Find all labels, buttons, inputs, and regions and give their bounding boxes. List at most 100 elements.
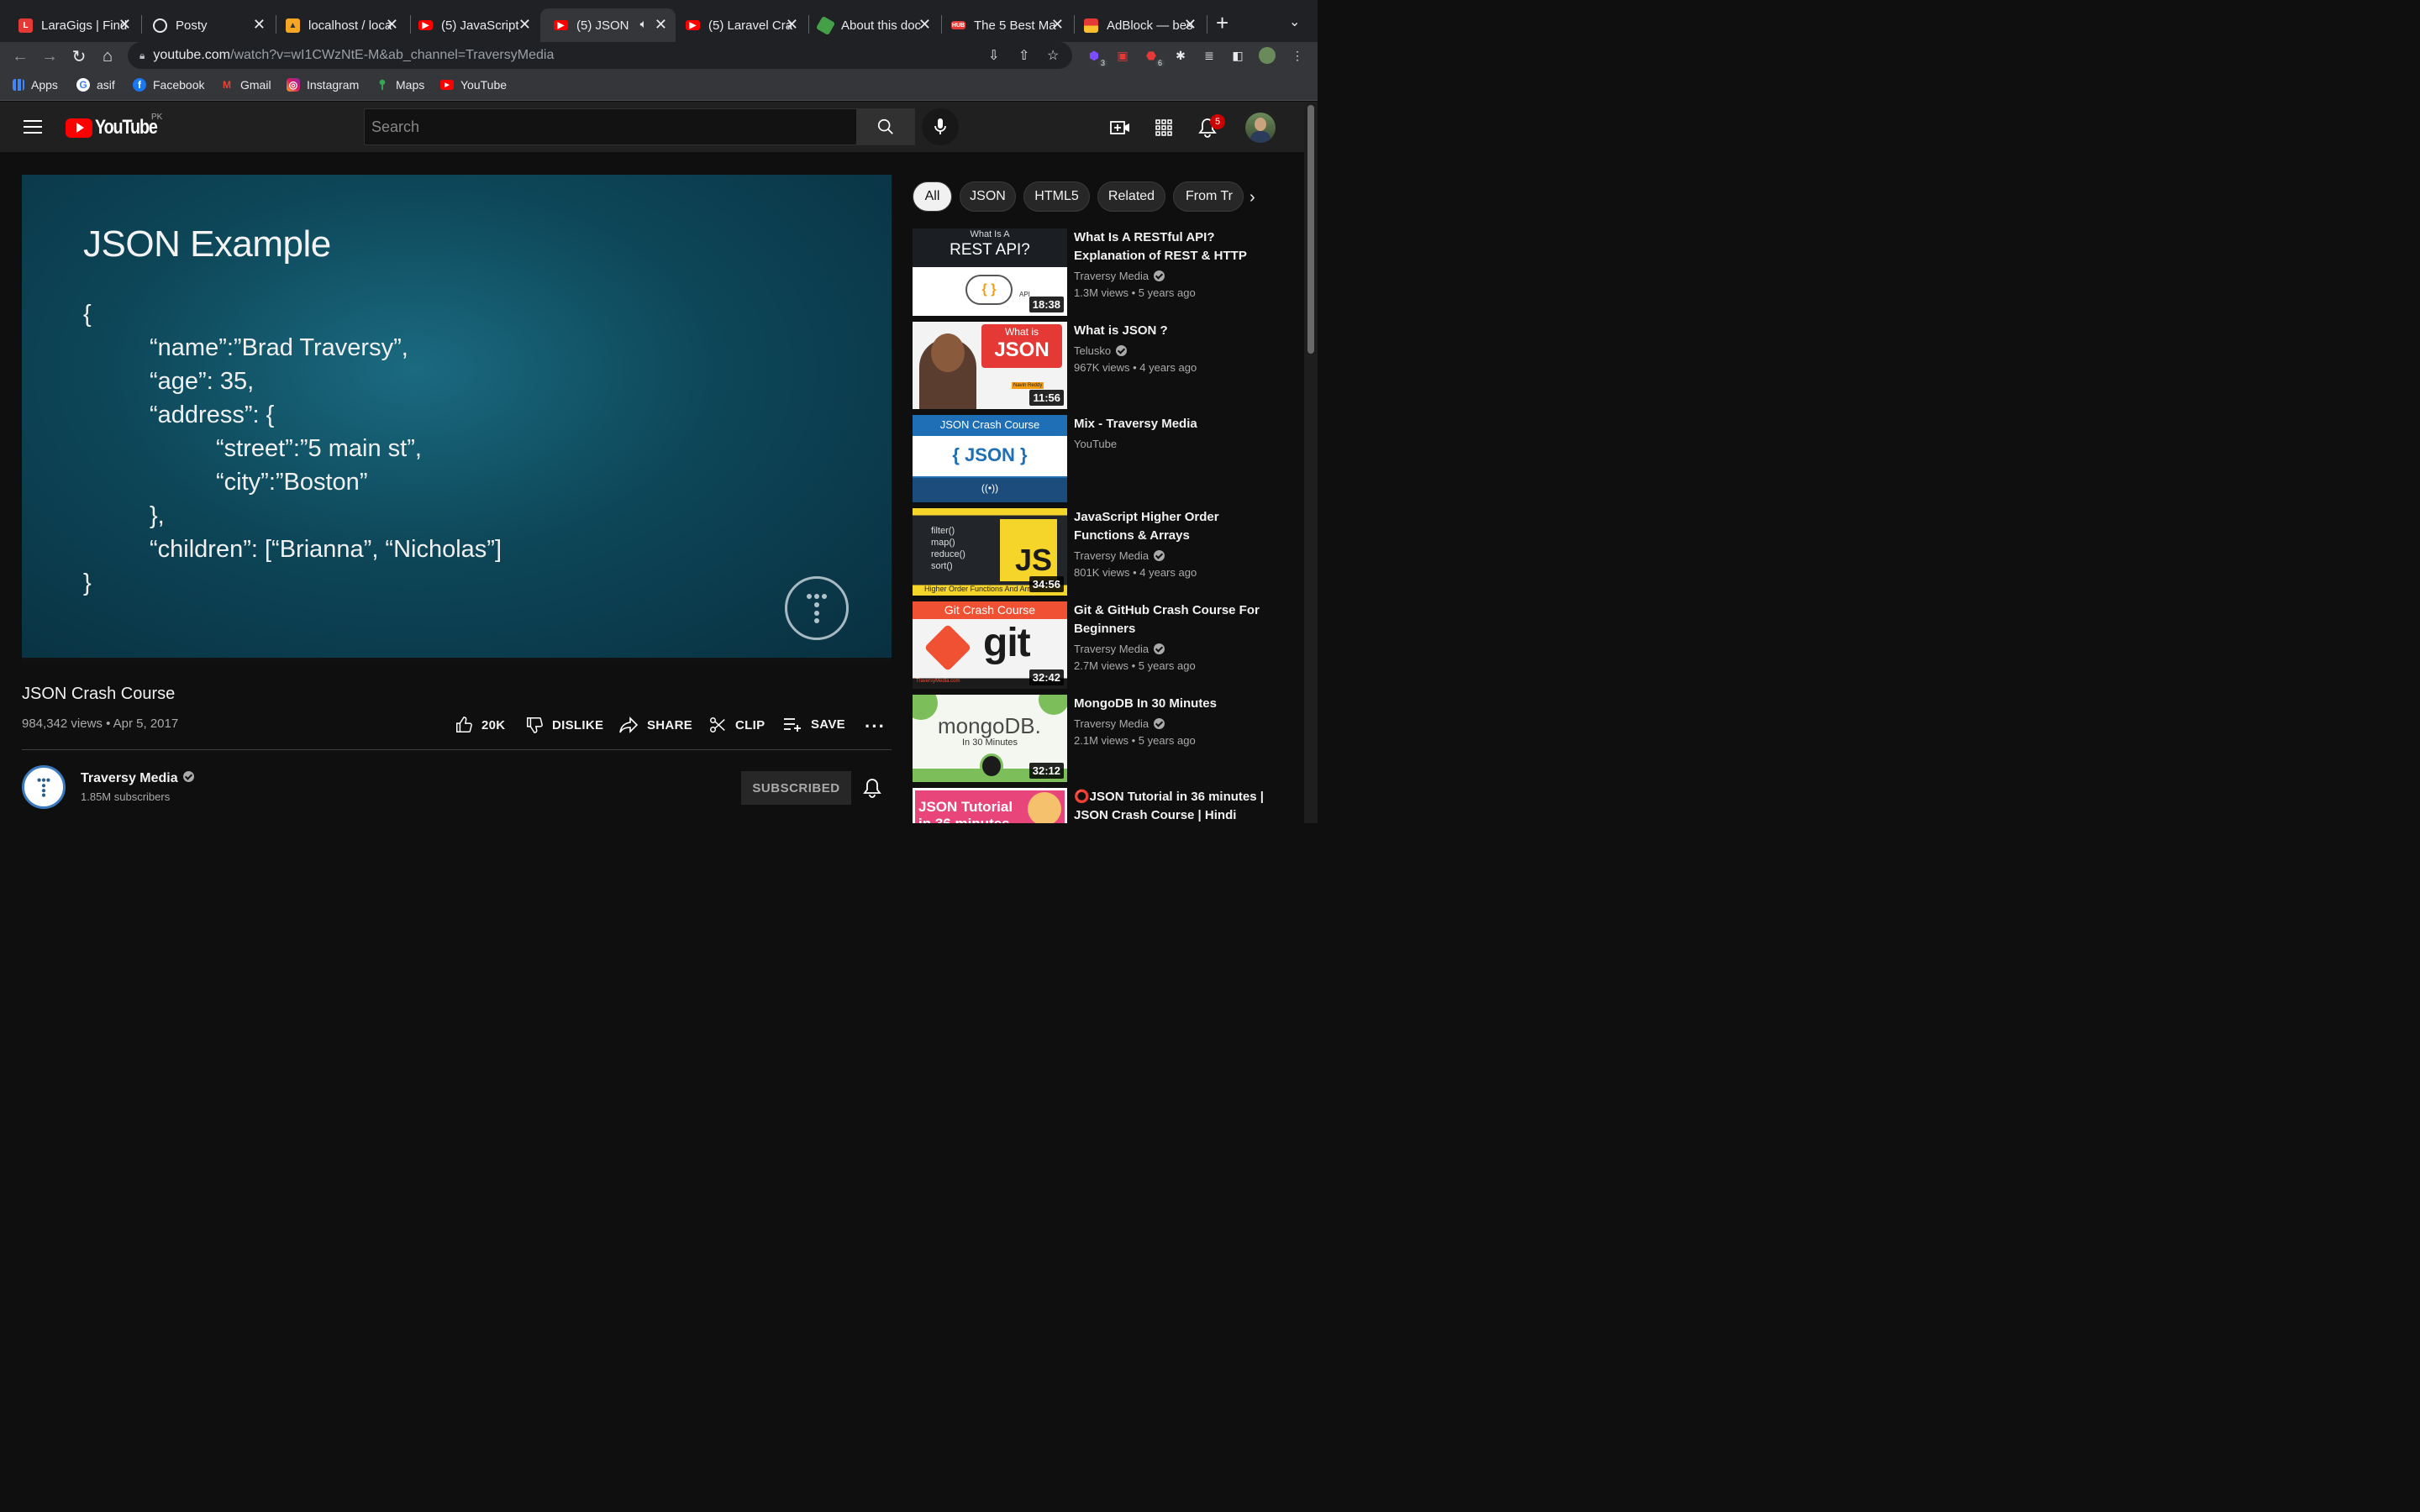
chip-html5[interactable]: HTML5 <box>1023 181 1090 212</box>
scrollbar-thumb[interactable] <box>1307 105 1314 354</box>
install-app-icon[interactable]: ⇩ <box>988 47 999 64</box>
new-tab-plus-icon[interactable]: + <box>1216 12 1228 34</box>
slide-code-line: “street”:”5 main st”, <box>216 435 422 462</box>
apps-button[interactable] <box>1153 117 1175 139</box>
extension-purple-icon[interactable]: ⬢ 3 <box>1086 47 1107 67</box>
tab-laravel[interactable]: ▶ (5) Laravel Cra ✕ <box>667 8 807 42</box>
bookmark-label: Maps <box>396 78 425 92</box>
video-progress-bar[interactable] <box>22 658 892 663</box>
extensions-puzzle-icon[interactable]: ✱ <box>1172 47 1189 64</box>
bookmark-instagram[interactable]: ◎ Instagram <box>287 78 359 92</box>
video-thumbnail[interactable]: What is JSON Navin Reddy 11:56 <box>913 322 1067 409</box>
close-tab-icon[interactable]: ✕ <box>655 16 667 33</box>
recommended-video[interactable]: What Is A REST API? { } API 18:38 What I… <box>913 228 1265 316</box>
close-tab-icon[interactable]: ✕ <box>518 16 531 33</box>
channel-name[interactable]: Traversy Media <box>81 771 194 786</box>
audio-playing-icon[interactable]: 🔈︎ <box>640 17 647 31</box>
chip-all[interactable]: All <box>913 181 952 212</box>
channel-notification-button[interactable] <box>863 778 881 802</box>
video-thumbnail[interactable]: Git Crash Course git TraversyMedia.com 3… <box>913 601 1067 689</box>
like-button[interactable]: 20K <box>455 716 505 734</box>
video-meta: 801K views • 4 years ago <box>1074 566 1197 579</box>
video-title: What Is A RESTful API? Explanation of RE… <box>1074 230 1247 263</box>
recommended-video[interactable]: mongoDB. In 30 Minutes 32:12 MongoDB In … <box>913 695 1265 782</box>
nodejs-icon <box>815 15 836 35</box>
youtube-icon: ▶ <box>554 20 568 30</box>
hamburger-menu-icon[interactable] <box>24 118 42 134</box>
video-thumbnail[interactable]: filter() map() reduce() sort() JS Higher… <box>913 508 1067 596</box>
slide-code-line: “address”: { <box>150 402 275 428</box>
bookmark-youtube[interactable]: ▶ YouTube <box>440 78 507 92</box>
video-duration: 18:38 <box>1028 297 1064 312</box>
close-tab-icon[interactable]: ✕ <box>118 16 131 33</box>
video-thumbnail[interactable]: JSON Tutorial in 36 minutes <box>913 788 1067 823</box>
close-tab-icon[interactable]: ✕ <box>253 16 266 33</box>
extension-html5-icon[interactable]: ▣ <box>1114 47 1131 64</box>
tab-hubspot[interactable]: HUB The 5 Best Ma ✕ <box>933 8 1072 42</box>
channel-avatar[interactable] <box>22 765 66 809</box>
share-page-icon[interactable]: ⇧ <box>1018 47 1029 64</box>
youtube-logo[interactable]: YouTube PK <box>66 113 171 139</box>
search-button[interactable] <box>856 108 915 145</box>
chevron-right-icon[interactable]: › <box>1249 188 1255 207</box>
forward-arrow-icon[interactable]: → <box>39 45 60 67</box>
media-control-icon[interactable]: ≣ <box>1201 47 1218 64</box>
bookmark-apps[interactable]: Apps <box>13 78 58 92</box>
back-arrow-icon[interactable]: ← <box>9 45 31 67</box>
tab-search-chevron-icon[interactable]: ⌄ <box>1289 13 1300 30</box>
recommended-video[interactable]: JSON Tutorial in 36 minutes ⭕JSON Tutori… <box>913 788 1265 823</box>
clip-button[interactable]: CLIP <box>708 716 765 734</box>
close-tab-icon[interactable]: ✕ <box>1051 16 1064 33</box>
bookmark-facebook[interactable]: f Facebook <box>133 78 204 92</box>
chip-json[interactable]: JSON <box>960 181 1016 212</box>
voice-search-button[interactable] <box>922 108 959 145</box>
subscribed-button[interactable]: SUBSCRIBED <box>741 771 851 805</box>
tab-javascript[interactable]: ▶ (5) JavaScript ✕ <box>400 8 539 42</box>
recommended-mix[interactable]: JSON Crash Course { JSON } ((•)) Mix - T… <box>913 415 1265 502</box>
tab-adblock[interactable]: AdBlock — bes ✕ <box>1065 8 1205 42</box>
close-tab-icon[interactable]: ✕ <box>386 16 398 33</box>
close-tab-icon[interactable]: ✕ <box>786 16 798 33</box>
bookmark-maps[interactable]: 📍︎ Maps <box>376 78 424 92</box>
channel-name: Traversy Media <box>1074 643 1165 655</box>
create-video-button[interactable] <box>1109 117 1131 139</box>
tab-nodejs-docs[interactable]: About this doc ✕ <box>800 8 939 42</box>
video-thumbnail[interactable]: mongoDB. In 30 Minutes 32:12 <box>913 695 1067 782</box>
video-player[interactable]: JSON Example { “name”:”Brad Traversy”, “… <box>22 175 892 663</box>
video-views-date: 984,342 views • Apr 5, 2017 <box>22 717 179 731</box>
bookmark-label: Apps <box>31 78 58 92</box>
user-avatar[interactable] <box>1245 113 1276 143</box>
video-meta: 967K views • 4 years ago <box>1074 361 1197 374</box>
address-bar[interactable]: 🔒︎ youtube.com/watch?v=wI1CWzNtE-M&ab_ch… <box>128 42 1072 69</box>
tab-posty[interactable]: Posty ✕ <box>134 8 274 42</box>
bookmark-asif[interactable]: G asif <box>76 78 115 92</box>
search-input[interactable] <box>364 108 857 145</box>
tab-phpmyadmin[interactable]: ▲ localhost / loca ✕ <box>267 8 407 42</box>
close-tab-icon[interactable]: ✕ <box>918 16 931 33</box>
chip-from-traversy[interactable]: From Tr <box>1173 181 1244 212</box>
save-button[interactable]: SAVE <box>782 716 845 732</box>
video-thumbnail[interactable]: JSON Crash Course { JSON } ((•)) <box>913 415 1067 502</box>
side-panel-icon[interactable]: ◧ <box>1229 47 1246 64</box>
home-icon[interactable]: ⌂ <box>97 45 118 67</box>
reload-icon[interactable]: ↻ <box>68 45 90 67</box>
profile-avatar[interactable] <box>1259 47 1276 64</box>
bookmark-gmail[interactable]: M Gmail <box>220 78 271 92</box>
dislike-button[interactable]: DISLIKE <box>525 716 603 734</box>
tab-laragigs[interactable]: L LaraGigs | Find ✕ <box>0 8 139 42</box>
chip-related[interactable]: Related <box>1097 181 1165 212</box>
recommended-video[interactable]: Git Crash Course git TraversyMedia.com 3… <box>913 601 1265 689</box>
bookmark-star-icon[interactable]: ☆ <box>1047 47 1059 64</box>
video-thumbnail[interactable]: What Is A REST API? { } API 18:38 <box>913 228 1067 316</box>
recommended-video[interactable]: filter() map() reduce() sort() JS Higher… <box>913 508 1265 596</box>
tab-json-active[interactable]: ▶ (5) JSON C 🔈︎ ✕ <box>540 8 676 42</box>
extension-adblock-icon[interactable]: ⬣ 6 <box>1143 47 1165 67</box>
slide-code-line: }, <box>150 502 165 529</box>
bookmark-label: Facebook <box>153 78 205 92</box>
more-actions-icon[interactable]: ··· <box>865 716 886 738</box>
share-button[interactable]: SHARE <box>618 716 692 734</box>
browser-menu-icon[interactable]: ⋮ <box>1289 47 1306 64</box>
recommended-video[interactable]: What is JSON Navin Reddy 11:56 What is J… <box>913 322 1265 409</box>
video-duration: 11:56 <box>1029 390 1064 406</box>
close-tab-icon[interactable]: ✕ <box>1184 16 1197 33</box>
